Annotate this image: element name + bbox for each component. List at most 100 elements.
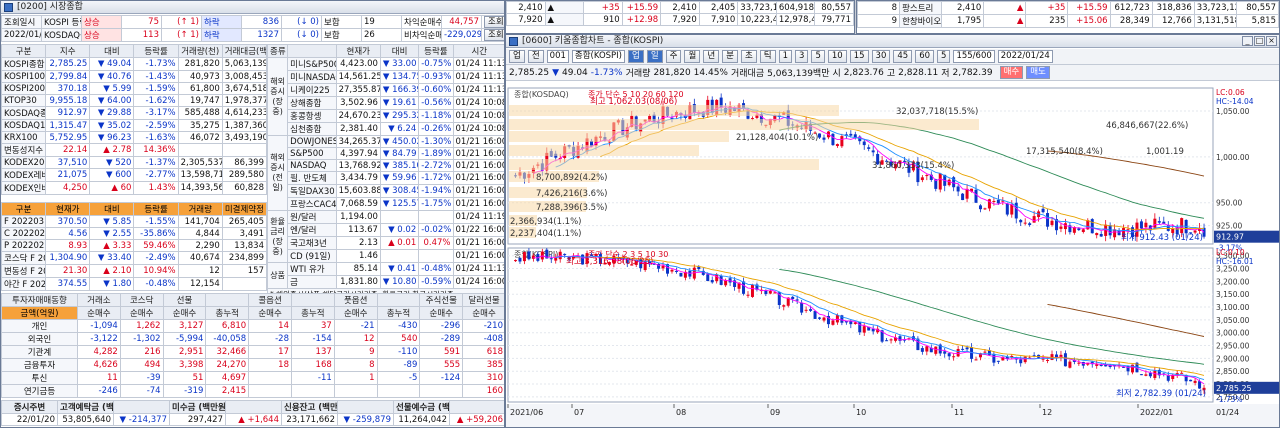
table-row[interactable]: 상해종합 3,502.96 ▼ 19.61 -0.56% 01/24 10:08 bbox=[268, 96, 504, 110]
futures-cell: ▼ 2.55 bbox=[89, 227, 135, 240]
world-cell: WTI 유가 bbox=[287, 262, 337, 276]
table-row[interactable]: 투신 11 -39 51 4,697 -11 1 -5 -124 310 bbox=[1, 371, 504, 385]
top-strip-right: 8 팡스트리 2,410 ▲ +35 +15.59 612,723 318,836 33,723… bbox=[856, 0, 1280, 34]
table-row[interactable]: 환율 금리 (장중) 원/달러 1,194.00 01/24 11:19 bbox=[266, 210, 504, 263]
table-row[interactable]: 니케이225 27,355.87 ▼ 166.39 -0.60% 01/24 11:13 bbox=[268, 83, 504, 97]
toolbar-button[interactable]: 2022/01/24 bbox=[997, 50, 1053, 63]
symbol-name[interactable]: 종합(KOSPI) bbox=[571, 50, 625, 63]
table-row[interactable]: KOSDAQ1501,315.47▼ 35.02-2.59%35,2751,38… bbox=[1, 119, 268, 132]
toolbar-button[interactable]: 5 bbox=[811, 50, 825, 63]
table-row[interactable]: KODEX레버리지21,075▼ 600-2.77%13,598,710289,… bbox=[1, 168, 268, 182]
world-cell: 3,502.96 bbox=[335, 96, 381, 110]
sell-button[interactable]: 매도 bbox=[1026, 66, 1050, 79]
futures-cell: 4.56 bbox=[45, 227, 91, 240]
table-row[interactable]: 야간 F 202203374.55▼ 1.80-0.48%12,154 bbox=[1, 277, 268, 291]
buy-button[interactable]: 매수 bbox=[999, 66, 1024, 79]
table-row[interactable]: 심천종합 2,381.40 ▼ 6.24 -0.26% 01/24 10:08 bbox=[268, 122, 504, 136]
index-cell: 1,978,377 bbox=[221, 94, 268, 107]
table-row[interactable]: 금 1,831.80 ▼ 10.80 -0.59% 01/24 16:00 bbox=[268, 275, 504, 289]
chart-annotation: 31,860,333(15.4%) bbox=[872, 161, 954, 171]
toolbar-button[interactable]: 분 bbox=[722, 50, 738, 63]
inquiry-button[interactable]: 조회 bbox=[484, 29, 504, 41]
table-row[interactable]: 변동성지수 22.14 ▲ 2.78 14.36% bbox=[1, 143, 268, 157]
table-row[interactable]: KTOP30 9,955.18 ▼ 64.00 -1.62% 19,747 1,978,3… bbox=[1, 94, 268, 107]
candle-body bbox=[1153, 370, 1157, 378]
table-row[interactable]: F 202203 370.50 ▼ 5.85 -1.55% 141,704 265,405 bbox=[1, 215, 268, 228]
candle-body bbox=[522, 252, 526, 262]
toolbar-button[interactable]: 15 bbox=[849, 50, 869, 63]
table-row[interactable]: 홍콩항셍 24,670.23 ▼ 295.32 -1.18% 01/24 10:08 bbox=[268, 109, 504, 123]
table-row[interactable]: KOSPI종합 2,785.25 ▼ 49.04 -1.73% 281,820 5,063… bbox=[1, 57, 268, 71]
strip-cell: +35 bbox=[583, 1, 623, 14]
chart-svg[interactable]: 1,050.001,000.00950.00925.00종합(KOSDAQ) 종가… bbox=[506, 82, 1280, 428]
table-row[interactable]: 외국인 -3,122 -1,302 -5,994 -40,058 -28 -154 12 540… bbox=[1, 332, 504, 346]
toolbar-button[interactable]: 주 bbox=[665, 50, 682, 63]
y-tick-label: 1,050.00 bbox=[1216, 107, 1250, 116]
minimize-button[interactable]: _ bbox=[1242, 36, 1253, 46]
candle-body bbox=[715, 274, 719, 282]
table-row[interactable]: 독일DAX30 15,603.88 ▼ 308.45 -1.94% 01/21 16:0… bbox=[268, 184, 504, 198]
world-cell: -0.48% bbox=[418, 262, 454, 276]
toolbar-button[interactable]: 업 bbox=[509, 50, 525, 63]
investor-cell: 11 bbox=[77, 371, 121, 385]
header-cell: 조회일시 bbox=[1, 15, 42, 29]
table-row[interactable]: 미니NASDAQ14,561.25▼ 134.75-0.93%01/24 11:… bbox=[268, 70, 504, 84]
toolbar-button[interactable]: 001 bbox=[546, 50, 569, 63]
table-row[interactable]: KOSPI200 370.18 ▼ 5.99 -1.59% 61,800 3,674,51… bbox=[1, 82, 268, 95]
table-row[interactable]: 코스닥 F 2022031,304.90▼ 33.40-2.49%40,6742… bbox=[1, 251, 268, 265]
toolbar-button[interactable]: 전 bbox=[527, 50, 544, 63]
table-row[interactable]: S&P500 4,397.94 ▼ 84.79 -1.89% 01/21 16:00 bbox=[268, 147, 504, 160]
toolbar-button[interactable]: 월 bbox=[684, 50, 701, 63]
table-row[interactable]: P 202202 375.08.93▲ 3.3359.46%2,29013,83… bbox=[1, 239, 268, 252]
toolbar-button[interactable]: 60 bbox=[915, 50, 935, 63]
table-row[interactable]: KOSPI100 2,799.84 ▼ 40.76 -1.43% 40,973 3,008… bbox=[1, 70, 268, 83]
index-cell: -3.17% bbox=[133, 106, 179, 120]
candle-body bbox=[974, 189, 978, 203]
table-row[interactable]: 기관계 4,282 216 2,951 32,466 17 137 9 -110 591 618 bbox=[1, 345, 504, 359]
table-row[interactable]: KODEX인버스4,250▲ 601.43%14,393,56060,828 bbox=[1, 181, 268, 195]
table-row[interactable]: KOSDAQ종합912.97▼ 29.88-3.17%585,4884,614,… bbox=[1, 106, 268, 120]
world-cell: 01/21 16:00 bbox=[452, 184, 504, 198]
maximize-button[interactable]: □ bbox=[1254, 36, 1265, 46]
toolbar-button[interactable]: 30 bbox=[871, 50, 891, 63]
toolbar-button[interactable]: 3 bbox=[795, 50, 809, 63]
table-row[interactable]: 엔/달러 113.67 ▼ 0.02 -0.02% 01/22 16:00 bbox=[268, 223, 504, 237]
table-row[interactable]: KRX100 5,752.95 ▼ 96.23 -1.63% 46,072 3,493,1… bbox=[1, 131, 268, 144]
inquiry-button[interactable]: 조회 bbox=[484, 16, 504, 28]
toolbar-button[interactable]: 틱 bbox=[759, 50, 776, 63]
candle-body bbox=[804, 309, 808, 311]
column-header: 투자자매매동향 bbox=[1, 293, 78, 307]
table-row[interactable]: 해외 증시 (전일) DOWJONES 34,265.37 ▼ 450.02 -1.30… bbox=[266, 135, 504, 211]
table-row[interactable]: 개인 -1,094 1,262 3,127 6,810 14 37 -21 -430 -296 -2… bbox=[1, 319, 504, 333]
investor-cell: -408 bbox=[462, 332, 504, 346]
table-row[interactable]: 금융투자 4,626 494 3,398 24,270 18 168 8 -89 555 385 bbox=[1, 358, 504, 372]
toolbar-button[interactable]: 45 bbox=[893, 50, 913, 63]
column-header: 풋옵션 bbox=[333, 293, 378, 307]
table-row[interactable]: C 202202 375.04.56▼ 2.55-35.86%4,8443,49… bbox=[1, 227, 268, 240]
candle-body bbox=[974, 359, 978, 361]
toolbar-button[interactable]: 년 bbox=[703, 50, 720, 63]
toolbar-button[interactable]: 10 bbox=[827, 50, 847, 63]
toolbar-button[interactable]: 5 bbox=[937, 50, 951, 63]
table-row[interactable]: 연기금등 -246 -74 -319 2,415 160 bbox=[1, 384, 504, 398]
close-button[interactable]: × bbox=[1266, 36, 1277, 46]
table-row[interactable]: 변동성 F 20220221.30▲ 2.1010.94%12157 bbox=[1, 264, 268, 278]
table-row[interactable]: 프랑스CAC407,068.59▼ 125.57-1.75%01/21 16:0… bbox=[268, 197, 504, 211]
candle-body bbox=[1144, 222, 1148, 228]
toolbar-button[interactable]: 초 bbox=[740, 50, 757, 63]
table-row[interactable]: 상품 WTI 유가 85.14 ▼ 0.41 -0.48% 01/24 11:13 bbox=[266, 262, 504, 289]
table-row[interactable]: KODEX200 37,510 ▼ 520 -1.37% 2,305,537 86,399 bbox=[1, 156, 268, 169]
table-row[interactable]: 국고채3년 2.13 ▲ 0.01 0.47% 01/21 16:00 bbox=[268, 236, 504, 250]
table-row[interactable]: NASDAQ 13,768.92 ▼ 385.10 -2.72% 01/21 16:00 bbox=[268, 159, 504, 172]
toolbar-button[interactable]: 일 bbox=[646, 50, 663, 63]
toolbar-button[interactable]: 155/600 bbox=[953, 50, 995, 63]
strip-cell: ▲ bbox=[544, 1, 585, 14]
toolbar-button[interactable]: 1 bbox=[778, 50, 793, 63]
candle-body bbox=[818, 133, 822, 138]
table-row[interactable]: 해외 증시 (장중) 미니S&P500 4,423.00 ▼ 33.00 -0.75% 0… bbox=[266, 57, 504, 136]
table-row[interactable]: CD (91일) 1.46 01/21 16:00 bbox=[268, 249, 504, 263]
toolbar-button[interactable]: 업 bbox=[628, 50, 644, 63]
index-cell: ▲ 2.78 bbox=[89, 143, 135, 157]
world-cell: 01/22 16:00 bbox=[452, 223, 504, 237]
table-row[interactable]: 필. 반도체 3,434.79 ▼ 59.96 -1.72% 01/21 16:00 bbox=[268, 171, 504, 185]
